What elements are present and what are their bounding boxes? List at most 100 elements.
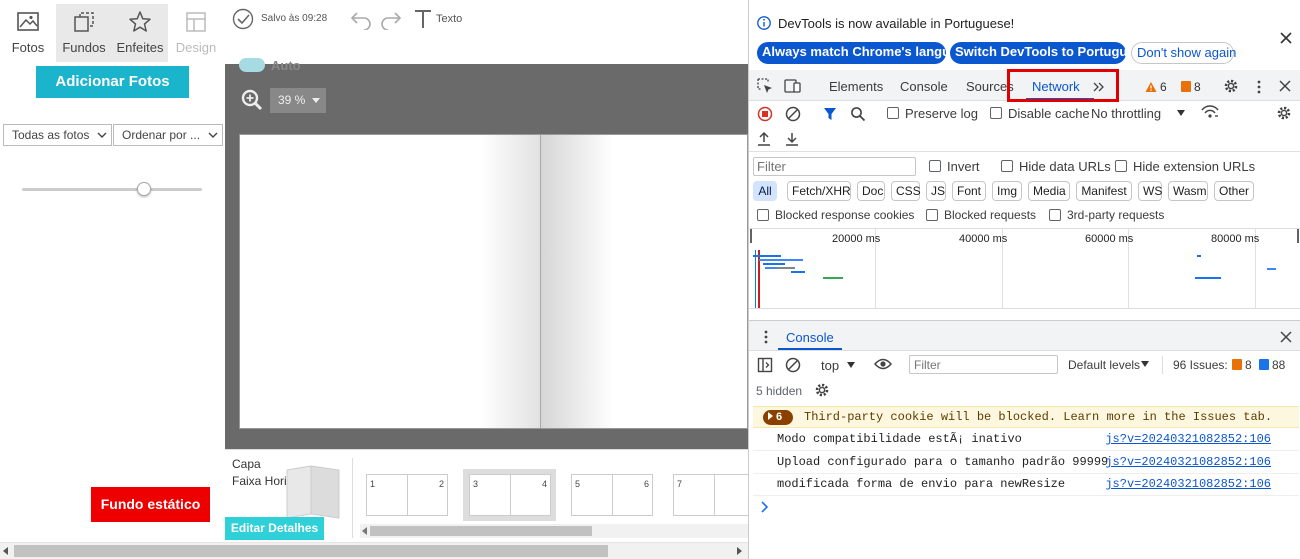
error-badge-icon[interactable] <box>1181 81 1191 92</box>
settings-gear-icon[interactable] <box>1223 78 1239 94</box>
drawer-menu-icon[interactable] <box>763 329 769 345</box>
preserve-log-checkbox[interactable] <box>887 107 899 119</box>
search-icon[interactable] <box>850 106 866 122</box>
page-right[interactable] <box>541 135 747 428</box>
filter-chip-other[interactable]: Other <box>1214 181 1254 201</box>
third-party-checkbox[interactable] <box>1049 209 1061 221</box>
always-match-language-button[interactable]: Always match Chrome's language <box>757 42 972 64</box>
filter-chip-wasm[interactable]: Wasm <box>1168 181 1208 201</box>
dont-show-again-button[interactable]: Don't show again <box>1131 42 1236 64</box>
filter-funnel-icon[interactable] <box>823 107 837 121</box>
disable-cache-checkbox[interactable] <box>990 107 1002 119</box>
filter-chip-fetch-xhr[interactable]: Fetch/XHR <box>787 181 851 201</box>
console-sidebar-icon[interactable] <box>757 357 773 373</box>
page-thumb[interactable]: 7 <box>673 474 748 516</box>
tab-fundos[interactable]: Fundos <box>56 4 112 62</box>
undo-icon[interactable] <box>347 10 373 30</box>
record-stop-icon[interactable] <box>757 106 773 122</box>
slider-handle[interactable] <box>137 182 152 196</box>
console-warning-row[interactable]: 6 Third-party cookie will be blocked. Le… <box>753 406 1299 428</box>
import-har-icon[interactable] <box>757 131 771 147</box>
close-banner-icon[interactable] <box>1279 31 1293 45</box>
filter-chip-doc[interactable]: Doc <box>857 181 885 201</box>
waterfall-bar <box>753 255 781 257</box>
overview-right-handle[interactable] <box>1297 229 1299 243</box>
tab-fotos[interactable]: Fotos <box>0 4 56 62</box>
export-har-icon[interactable] <box>785 131 799 147</box>
device-toolbar-icon[interactable] <box>784 78 802 94</box>
page-scroll-thumb[interactable] <box>14 545 608 557</box>
page-left[interactable] <box>240 135 540 428</box>
photo-sort-select[interactable]: Ordenar por ... <box>113 124 223 146</box>
network-conditions-icon[interactable] <box>1201 104 1219 120</box>
static-background-button[interactable]: Fundo estático <box>91 487 210 522</box>
live-expression-eye-icon[interactable] <box>874 357 892 371</box>
redo-icon[interactable] <box>379 10 405 30</box>
close-drawer-icon[interactable] <box>1280 331 1292 343</box>
log-source-link[interactable]: js?v=20240321082852:106 <box>1105 477 1271 491</box>
console-clear-icon[interactable] <box>785 357 801 373</box>
add-photos-button[interactable]: Adicionar Fotos <box>36 66 189 98</box>
tab-console[interactable]: Console <box>900 79 948 94</box>
tab-enfeites[interactable]: Enfeites <box>112 4 168 62</box>
hide-extension-urls-checkbox[interactable] <box>1115 160 1127 172</box>
tab-design[interactable]: Design <box>168 4 224 62</box>
network-filter-field[interactable] <box>754 158 915 175</box>
page-thumb[interactable]: 5 6 <box>571 474 653 516</box>
text-tool-icon[interactable] <box>413 8 433 30</box>
close-devtools-icon[interactable] <box>1279 80 1291 92</box>
network-filter-input[interactable] <box>753 157 916 176</box>
console-settings-gear-icon[interactable] <box>814 382 830 398</box>
strip-scroll-left-arrow[interactable] <box>362 527 367 535</box>
edit-details-button[interactable]: Editar Detalhes <box>225 517 324 540</box>
text-tool-label[interactable]: Texto <box>436 13 462 25</box>
strip-scrollbar[interactable] <box>360 524 748 538</box>
console-prompt-icon[interactable] <box>761 501 769 513</box>
filter-chip-media[interactable]: Media <box>1028 181 1070 201</box>
log-source-link[interactable]: js?v=20240321082852:106 <box>1105 455 1271 469</box>
auto-toggle[interactable] <box>239 58 265 72</box>
waterfall-bar <box>1195 277 1221 279</box>
filter-chip-font[interactable]: Font <box>952 181 986 201</box>
photo-filter-select[interactable]: Todas as fotos <box>3 124 112 146</box>
thumb-size-slider[interactable] <box>22 182 202 198</box>
context-select[interactable]: top <box>821 358 839 373</box>
filter-chip-css[interactable]: CSS <box>891 181 921 201</box>
filter-chip-ws[interactable]: WS <box>1138 181 1162 201</box>
page-thumb-selected[interactable]: 3 4 <box>469 474 551 516</box>
hide-data-urls-checkbox[interactable] <box>1001 160 1013 172</box>
blocked-requests-checkbox[interactable] <box>926 209 938 221</box>
kebab-menu-icon[interactable] <box>1256 79 1262 95</box>
book-spread[interactable] <box>239 134 748 429</box>
warning-group-badge[interactable]: 6 <box>763 410 793 425</box>
filter-chip-all[interactable]: All <box>753 181 777 201</box>
issues-label[interactable]: 96 Issues: <box>1173 358 1228 372</box>
clear-icon[interactable] <box>785 106 801 122</box>
zoom-in-icon[interactable] <box>241 89 263 111</box>
filter-chip-js[interactable]: JS <box>926 181 946 201</box>
log-levels-select[interactable]: Default levels <box>1068 358 1140 372</box>
strip-scroll-thumb[interactable] <box>370 526 592 536</box>
overview-left-handle[interactable] <box>750 229 752 243</box>
filter-chip-img[interactable]: Img <box>992 181 1022 201</box>
hide-data-urls-label: Hide data URLs <box>1019 159 1111 174</box>
page-scrollbar[interactable] <box>0 542 748 559</box>
switch-to-portuguese-button[interactable]: Switch DevTools to Portuguese <box>950 42 1149 64</box>
page-thumb[interactable]: 1 2 <box>366 474 448 516</box>
inspect-element-icon[interactable] <box>757 78 773 94</box>
log-source-link[interactable]: js?v=20240321082852:106 <box>1105 432 1271 446</box>
zoom-select[interactable]: 39 % <box>270 88 326 113</box>
console-filter-input[interactable] <box>909 355 1058 374</box>
drawer-tab-console[interactable]: Console <box>786 330 834 345</box>
network-settings-gear-icon[interactable] <box>1276 105 1292 121</box>
blocked-cookies-checkbox[interactable] <box>757 209 769 221</box>
console-filter-field[interactable] <box>910 356 1057 373</box>
throttling-select[interactable]: No throttling <box>1091 106 1161 121</box>
warning-icon[interactable] <box>1145 81 1157 93</box>
filter-chip-manifest[interactable]: Manifest <box>1076 181 1132 201</box>
strip-divider <box>352 458 353 538</box>
invert-checkbox[interactable] <box>929 160 941 172</box>
scroll-left-arrow[interactable] <box>3 547 8 555</box>
tab-elements[interactable]: Elements <box>829 79 883 94</box>
scroll-right-arrow[interactable] <box>737 547 742 555</box>
